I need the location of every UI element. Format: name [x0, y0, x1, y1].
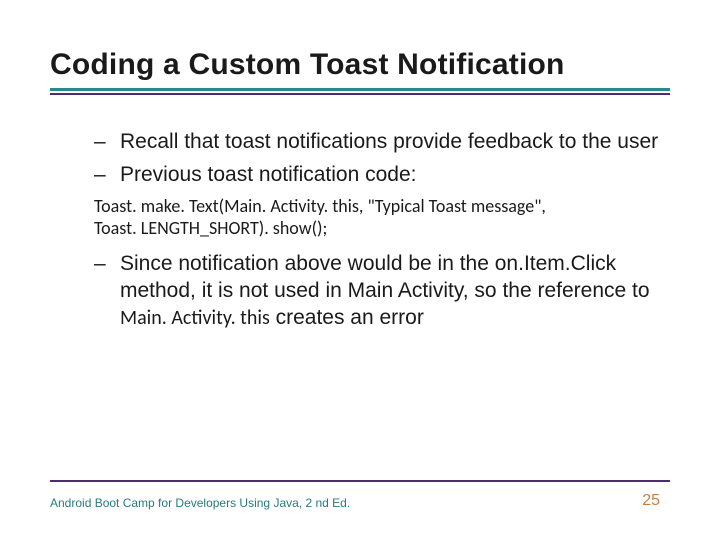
bullet-3: Since notification above would be in the…: [94, 250, 660, 332]
slide-title: Coding a Custom Toast Notification: [50, 48, 670, 82]
page-number: 25: [642, 492, 660, 510]
slide: Coding a Custom Toast Notification Recal…: [0, 0, 720, 540]
code-line-2: Toast. LENGTH_SHORT). show();: [94, 217, 660, 240]
rule-teal: [50, 88, 670, 91]
bullet-1: Recall that toast notifications provide …: [94, 129, 660, 156]
rule-purple: [50, 93, 670, 95]
footer-rule: [50, 480, 670, 482]
code-block: Toast. make. Text(Main. Activity. this, …: [94, 195, 660, 240]
footer-text: Android Boot Camp for Developers Using J…: [50, 496, 350, 510]
title-underline: [50, 88, 670, 95]
bullet-3-post: creates an error: [270, 306, 424, 329]
bullet-3-mono: Main. Activity. this: [120, 306, 270, 330]
title-area: Coding a Custom Toast Notification: [50, 48, 670, 95]
code-line-1: Toast. make. Text(Main. Activity. this, …: [94, 195, 660, 218]
content-area: Recall that toast notifications provide …: [50, 129, 670, 332]
bullet-2: Previous toast notification code:: [94, 162, 660, 189]
bullet-3-pre: Since notification above would be in the…: [120, 252, 650, 302]
